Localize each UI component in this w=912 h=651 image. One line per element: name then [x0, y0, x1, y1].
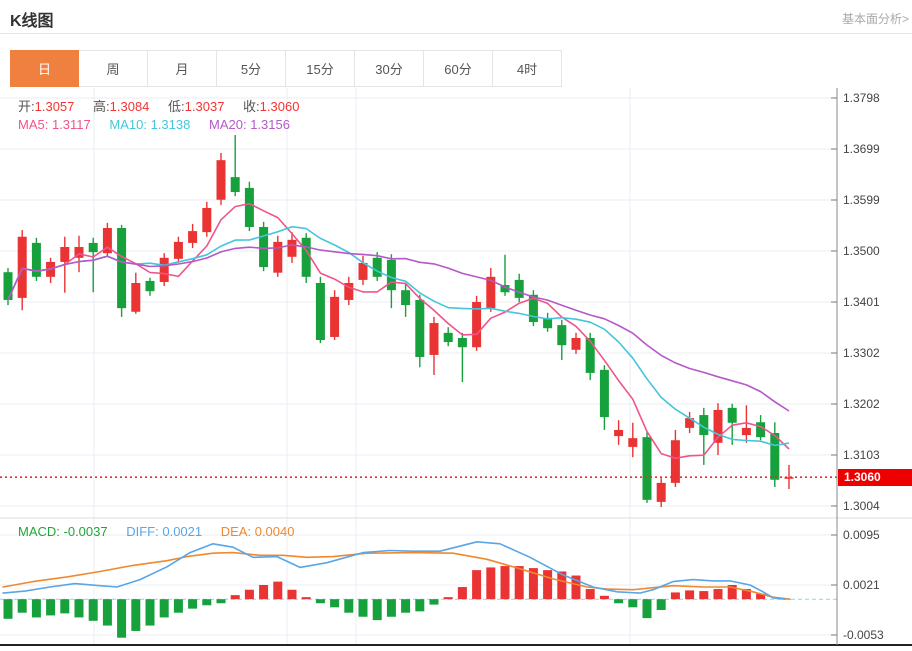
ma-legend: MA5: 1.3117 MA10: 1.3138 MA20: 1.3156	[18, 117, 305, 132]
y-axis-label: 1.3103	[843, 448, 880, 462]
y-axis-label: 1.3798	[843, 91, 880, 105]
dea-label: DEA:	[220, 524, 252, 539]
y-axis-label: 1.3401	[843, 295, 880, 309]
ma20-value: 1.3156	[250, 117, 290, 132]
ma10-value: 1.3138	[150, 117, 191, 132]
y-axis-label: 0.0095	[843, 528, 880, 542]
close-label: 收:	[243, 99, 260, 114]
y-axis-label: 1.3699	[843, 142, 880, 156]
y-axis-label: 1.3599	[843, 193, 880, 207]
high-value: 1.3084	[109, 99, 150, 114]
close-value: 1.3060	[259, 99, 300, 114]
low-label: 低:	[168, 99, 185, 114]
macd-value: -0.0037	[63, 524, 108, 539]
macd-legend: MACD: -0.0037 DIFF: 0.0021 DEA: 0.0040	[18, 524, 309, 539]
ohlc-legend: 开:1.3057 高:1.3084 低:1.3037 收:1.3060	[18, 96, 314, 115]
kline-widget: K线图 基本面分析> 日周月 5分 15分 30分 60分 4时 1.3798 1.3699…	[0, 0, 912, 651]
y-axis-label: 1.3004	[843, 499, 880, 513]
high-label: 高:	[93, 99, 110, 114]
ma20-label: MA20:	[208, 117, 247, 132]
y-axis-label: -0.0053	[843, 628, 884, 642]
dea-value: 0.0040	[254, 524, 295, 539]
macd-label: MACD:	[18, 524, 60, 539]
ma10-label: MA10:	[109, 117, 147, 132]
ma5-value: 1.3117	[51, 117, 91, 132]
y-axis-label: 1.3202	[843, 397, 880, 411]
low-value: 1.3037	[184, 99, 225, 114]
ma5-label: MA5:	[18, 117, 49, 132]
diff-value: 0.0021	[162, 524, 203, 539]
open-value: 1.3057	[34, 99, 75, 114]
last-price-tag: 1.3060	[838, 468, 912, 486]
y-axis-label: 0.0021	[843, 578, 880, 592]
diff-label: DIFF:	[126, 524, 159, 539]
y-axis-label: 1.3500	[843, 244, 880, 258]
open-label: 开:	[18, 99, 35, 114]
y-axis-label: 1.3302	[843, 346, 880, 360]
